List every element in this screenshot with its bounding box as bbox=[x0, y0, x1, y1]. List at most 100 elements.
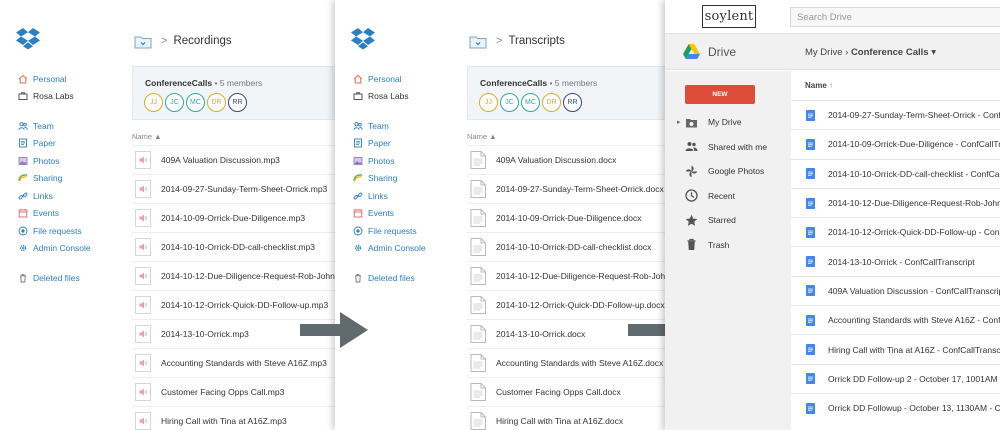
file-row[interactable]: 2014-10-12-Due-Diligence-Request-Rob-Joh… bbox=[791, 187, 1000, 217]
drive-nav-item-google-photos[interactable]: Google Photos bbox=[677, 159, 767, 184]
breadcrumb: > Transcripts bbox=[469, 31, 565, 51]
avatar[interactable]: JJ bbox=[144, 93, 163, 112]
file-row[interactable]: 2014-10-09-Orrick-Due-Diligence.docx bbox=[467, 203, 665, 232]
file-row[interactable]: Hiring Call with Tina at A16Z.mp3 bbox=[132, 406, 335, 430]
sidebar-item-admin-console[interactable]: Admin Console bbox=[353, 240, 463, 258]
sidebar-item-deleted-files[interactable]: Deleted files bbox=[353, 269, 463, 287]
google-doc-icon bbox=[806, 226, 815, 238]
drive-nav-label: Starred bbox=[708, 215, 736, 226]
breadcrumb-current-folder[interactable]: Conference Calls bbox=[851, 47, 929, 58]
shared-folder-name[interactable]: ConferenceCalls bbox=[480, 78, 547, 88]
avatar[interactable]: DR bbox=[542, 93, 561, 112]
dropbox-logo-icon[interactable] bbox=[16, 28, 40, 50]
drive-nav-item-recent[interactable]: Recent bbox=[677, 184, 767, 209]
file-row[interactable]: 409A Valuation Discussion.mp3 bbox=[132, 145, 335, 174]
file-row[interactable]: 2014-09-27-Sunday-Term-Sheet-Orrick.docx bbox=[467, 174, 665, 203]
sidebar-item-links[interactable]: Links bbox=[353, 187, 463, 205]
file-row[interactable]: Customer Facing Opps Call.mp3 bbox=[132, 377, 335, 406]
sidebar-item-personal[interactable]: Personal bbox=[353, 70, 463, 88]
sidebar-item-team[interactable]: Team bbox=[18, 117, 128, 135]
avatar[interactable]: RR bbox=[563, 93, 582, 112]
sidebar-item-label: File requests bbox=[368, 225, 417, 236]
folder-icon[interactable] bbox=[134, 34, 152, 49]
sidebar-item-rosa-labs[interactable]: Rosa Labs bbox=[353, 88, 463, 106]
avatar[interactable]: MC bbox=[521, 93, 540, 112]
file-name: Hiring Call with Tina at A16Z.mp3 bbox=[161, 416, 287, 426]
google-drive-logo-icon[interactable] bbox=[683, 44, 700, 59]
file-row[interactable]: 2014-10-12-Due-Diligence-Request-Rob-Joh… bbox=[467, 261, 665, 290]
file-row[interactable]: 2014-10-12-Due-Diligence-Request-Rob-Joh… bbox=[132, 261, 335, 290]
audio-file-icon bbox=[135, 354, 151, 372]
file-row[interactable]: 2014-10-09-Orrick-Due-Diligence.mp3 bbox=[132, 203, 335, 232]
sharing-icon bbox=[18, 173, 28, 183]
company-logo[interactable]: soylent bbox=[702, 5, 756, 28]
file-row[interactable]: Hiring Call with Tina at A16Z - ConfCall… bbox=[791, 334, 1000, 363]
avatar[interactable]: JJ bbox=[479, 93, 498, 112]
sidebar-item-events[interactable]: Events bbox=[353, 205, 463, 223]
new-button[interactable]: NEW bbox=[685, 85, 755, 104]
file-row[interactable]: Accounting Standards with Steve A16Z - C… bbox=[791, 305, 1000, 334]
file-row[interactable]: Accounting Standards with Steve A16Z.mp3 bbox=[132, 348, 335, 377]
sidebar-item-admin-console[interactable]: Admin Console bbox=[18, 240, 128, 258]
file-row[interactable]: 2014-10-10-Orrick-DD-call-checklist.mp3 bbox=[132, 232, 335, 261]
file-row[interactable]: 409A Valuation Discussion - ConfCallTran… bbox=[791, 275, 1000, 305]
file-row[interactable]: 2014-09-27-Sunday-Term-Sheet-Orrick - Co… bbox=[791, 100, 1000, 129]
file-row[interactable]: Orrick DD Follow-up 2 - October 17, 1001… bbox=[791, 363, 1000, 393]
sidebar-item-events[interactable]: Events bbox=[18, 205, 128, 223]
column-header-name[interactable]: Name ▲ bbox=[132, 132, 162, 141]
folder-icon[interactable] bbox=[469, 34, 487, 49]
drive-nav-item-starred[interactable]: Starred bbox=[677, 208, 767, 233]
file-row[interactable]: 2014-10-09-Orrick-Due-Diligence - ConfCa… bbox=[791, 129, 1000, 158]
column-header-name[interactable]: Name ↑ bbox=[805, 81, 833, 90]
shared-folder-name[interactable]: ConferenceCalls bbox=[145, 78, 212, 88]
drive-nav-item-shared-with-me[interactable]: Shared with me bbox=[677, 135, 767, 160]
document-file-icon bbox=[470, 267, 486, 285]
expand-caret-icon[interactable]: ▸ bbox=[677, 118, 683, 126]
file-name: 2014-10-09-Orrick-Due-Diligence.docx bbox=[496, 213, 642, 223]
sidebar-item-rosa-labs[interactable]: Rosa Labs bbox=[18, 88, 128, 106]
google-doc-icon bbox=[806, 197, 815, 209]
avatar[interactable]: MC bbox=[186, 93, 205, 112]
document-file-icon bbox=[470, 209, 486, 227]
google-drive-window: soylent Search Drive Drive My Drive › Co… bbox=[665, 0, 1000, 430]
sidebar-item-paper[interactable]: Paper bbox=[353, 135, 463, 153]
file-row[interactable]: Hiring Call with Tina at A16Z.docx bbox=[467, 406, 665, 430]
file-row[interactable]: 2014-10-12-Orrick-Quick-DD-Follow-up - C… bbox=[791, 217, 1000, 246]
dropbox-logo-icon[interactable] bbox=[351, 28, 375, 50]
sidebar-item-file-requests[interactable]: File requests bbox=[353, 222, 463, 240]
avatar[interactable]: JC bbox=[165, 93, 184, 112]
sidebar-item-team[interactable]: Team bbox=[353, 117, 463, 135]
file-row[interactable]: 2014-10-10-Orrick-DD-call-checklist.docx bbox=[467, 232, 665, 261]
file-row[interactable]: 2014-09-27-Sunday-Term-Sheet-Orrick.mp3 bbox=[132, 174, 335, 203]
avatar[interactable]: RR bbox=[228, 93, 247, 112]
sidebar-nav: Personal Rosa Labs Team Paper Photos Sharing L… bbox=[18, 70, 128, 299]
sidebar-item-photos[interactable]: Photos bbox=[353, 152, 463, 170]
file-row[interactable]: 2014-13-10-Orrick - ConfCallTranscript bbox=[791, 246, 1000, 275]
sidebar-item-label: Deleted files bbox=[33, 272, 80, 283]
sidebar-item-deleted-files[interactable]: Deleted files bbox=[18, 269, 128, 287]
sidebar-item-paper[interactable]: Paper bbox=[18, 135, 128, 153]
avatar[interactable]: DR bbox=[207, 93, 226, 112]
sidebar-item-personal[interactable]: Personal bbox=[18, 70, 128, 88]
sidebar-item-file-requests[interactable]: File requests bbox=[18, 222, 128, 240]
drive-nav-item-trash[interactable]: Trash bbox=[677, 233, 767, 258]
avatar[interactable]: JC bbox=[500, 93, 519, 112]
file-row[interactable]: 409A Valuation Discussion.docx bbox=[467, 145, 665, 174]
caret-down-icon[interactable]: ▾ bbox=[931, 47, 936, 58]
sidebar-item-sharing[interactable]: Sharing bbox=[353, 170, 463, 188]
search-input[interactable]: Search Drive bbox=[790, 7, 1000, 27]
breadcrumb-my-drive[interactable]: My Drive bbox=[805, 47, 842, 58]
sidebar-item-label: Sharing bbox=[368, 173, 398, 184]
file-row[interactable]: 2014-10-10-Orrick-DD-call-checklist - Co… bbox=[791, 158, 1000, 188]
nav-group-bottom: Deleted files bbox=[353, 269, 463, 287]
file-row[interactable]: Orrick DD Followup - October 13, 1130AM … bbox=[791, 392, 1000, 422]
drive-nav-item-my-drive[interactable]: ▸ My Drive bbox=[677, 110, 767, 135]
column-header-name[interactable]: Name ▲ bbox=[467, 132, 497, 141]
sidebar-item-photos[interactable]: Photos bbox=[18, 152, 128, 170]
file-name: Orrick DD Followup - October 13, 1130AM … bbox=[828, 403, 1000, 414]
file-name: 2014-10-12-Due-Diligence-Request-Rob-Joh… bbox=[496, 271, 665, 281]
file-row[interactable]: Customer Facing Opps Call.docx bbox=[467, 377, 665, 406]
file-row[interactable]: Accounting Standards with Steve A16Z.doc… bbox=[467, 348, 665, 377]
sidebar-item-sharing[interactable]: Sharing bbox=[18, 170, 128, 188]
sidebar-item-links[interactable]: Links bbox=[18, 187, 128, 205]
